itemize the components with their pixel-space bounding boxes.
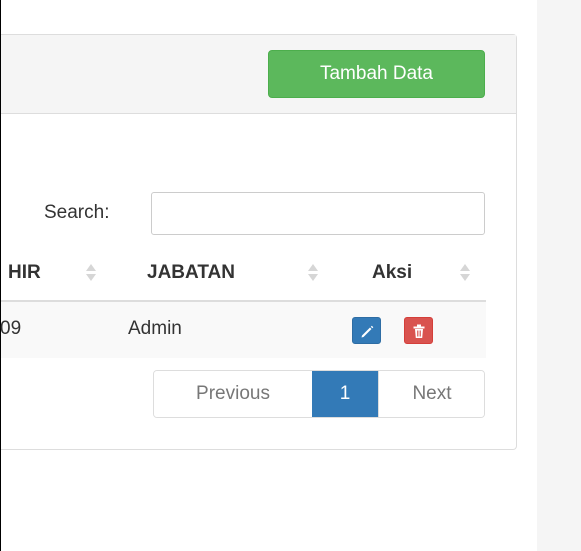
sort-icon[interactable] [86, 260, 96, 286]
page-1-button[interactable]: 1 [312, 371, 378, 417]
pencil-icon [361, 325, 374, 338]
search-input[interactable] [151, 192, 485, 235]
pagination: Previous 1 Next [153, 370, 485, 418]
search-label: Search: [44, 202, 110, 223]
sort-icon[interactable] [460, 260, 470, 286]
trash-icon [413, 324, 425, 338]
cell-tanggal-lahir: 09 [0, 318, 22, 339]
next-page-button[interactable]: Next [378, 371, 484, 417]
edit-button[interactable] [352, 317, 381, 344]
add-data-button[interactable]: Tambah Data [268, 50, 485, 98]
delete-button[interactable] [404, 317, 433, 344]
column-header-aksi[interactable]: Aksi [372, 262, 412, 284]
previous-page-button[interactable]: Previous [154, 371, 312, 417]
column-header-jabatan[interactable]: JABATAN [147, 262, 235, 284]
sort-icon[interactable] [308, 260, 318, 286]
right-sidebar [537, 0, 581, 551]
panel-heading: Tambah Data [1, 35, 516, 114]
cell-jabatan: Admin [128, 318, 182, 339]
column-header-tanggal-lahir[interactable]: HIR [8, 262, 41, 284]
